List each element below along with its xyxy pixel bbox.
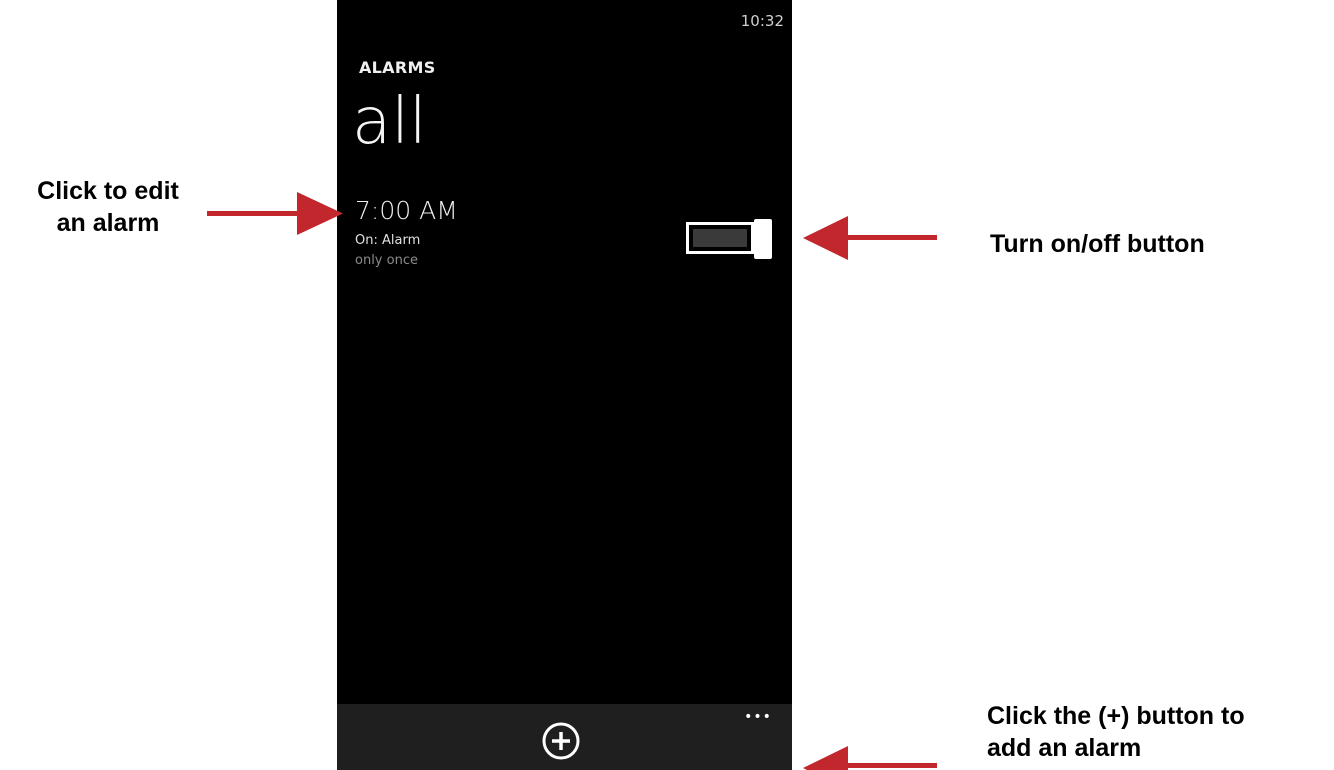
- arrow-to-alarm-item: [207, 192, 343, 235]
- toggle-thumb[interactable]: [754, 219, 772, 259]
- callout-add-line-1: Click the (+) button to: [987, 702, 1245, 730]
- status-bar-clock: 10:32: [740, 12, 784, 30]
- callout-add-line-2: add an alarm: [987, 734, 1142, 762]
- alarm-time: 7:00 AM: [355, 196, 458, 225]
- page-title: all: [352, 85, 427, 159]
- arrow-to-app-bar: [803, 746, 937, 770]
- arrow-to-toggle: [803, 216, 937, 260]
- callout-edit-line-2: an alarm: [56, 209, 160, 237]
- application-bar: •••: [337, 704, 792, 770]
- add-alarm-button[interactable]: [541, 721, 581, 761]
- callout-add-alarm: Click the (+) button to add an alarm: [987, 700, 1332, 764]
- alarm-toggle-switch[interactable]: [686, 219, 772, 259]
- callout-edit-alarm: Click to edit an alarm: [0, 175, 216, 239]
- plus-circle-icon: [542, 722, 580, 760]
- toggle-track: [686, 222, 754, 254]
- alarm-status: On: Alarm: [355, 233, 421, 248]
- toggle-fill: [693, 229, 747, 247]
- tutorial-canvas: Click to edit an alarm Turn on/off butto…: [0, 0, 1334, 770]
- alarm-repeat: only once: [355, 253, 418, 268]
- more-options-button[interactable]: •••: [743, 708, 773, 726]
- app-title: ALARMS: [359, 58, 436, 77]
- callout-edit-line-1: Click to edit: [37, 177, 179, 205]
- callout-toggle: Turn on/off button: [990, 230, 1205, 258]
- phone-screen: 10:32 ALARMS all 7:00 AM On: Alarm only …: [337, 0, 792, 770]
